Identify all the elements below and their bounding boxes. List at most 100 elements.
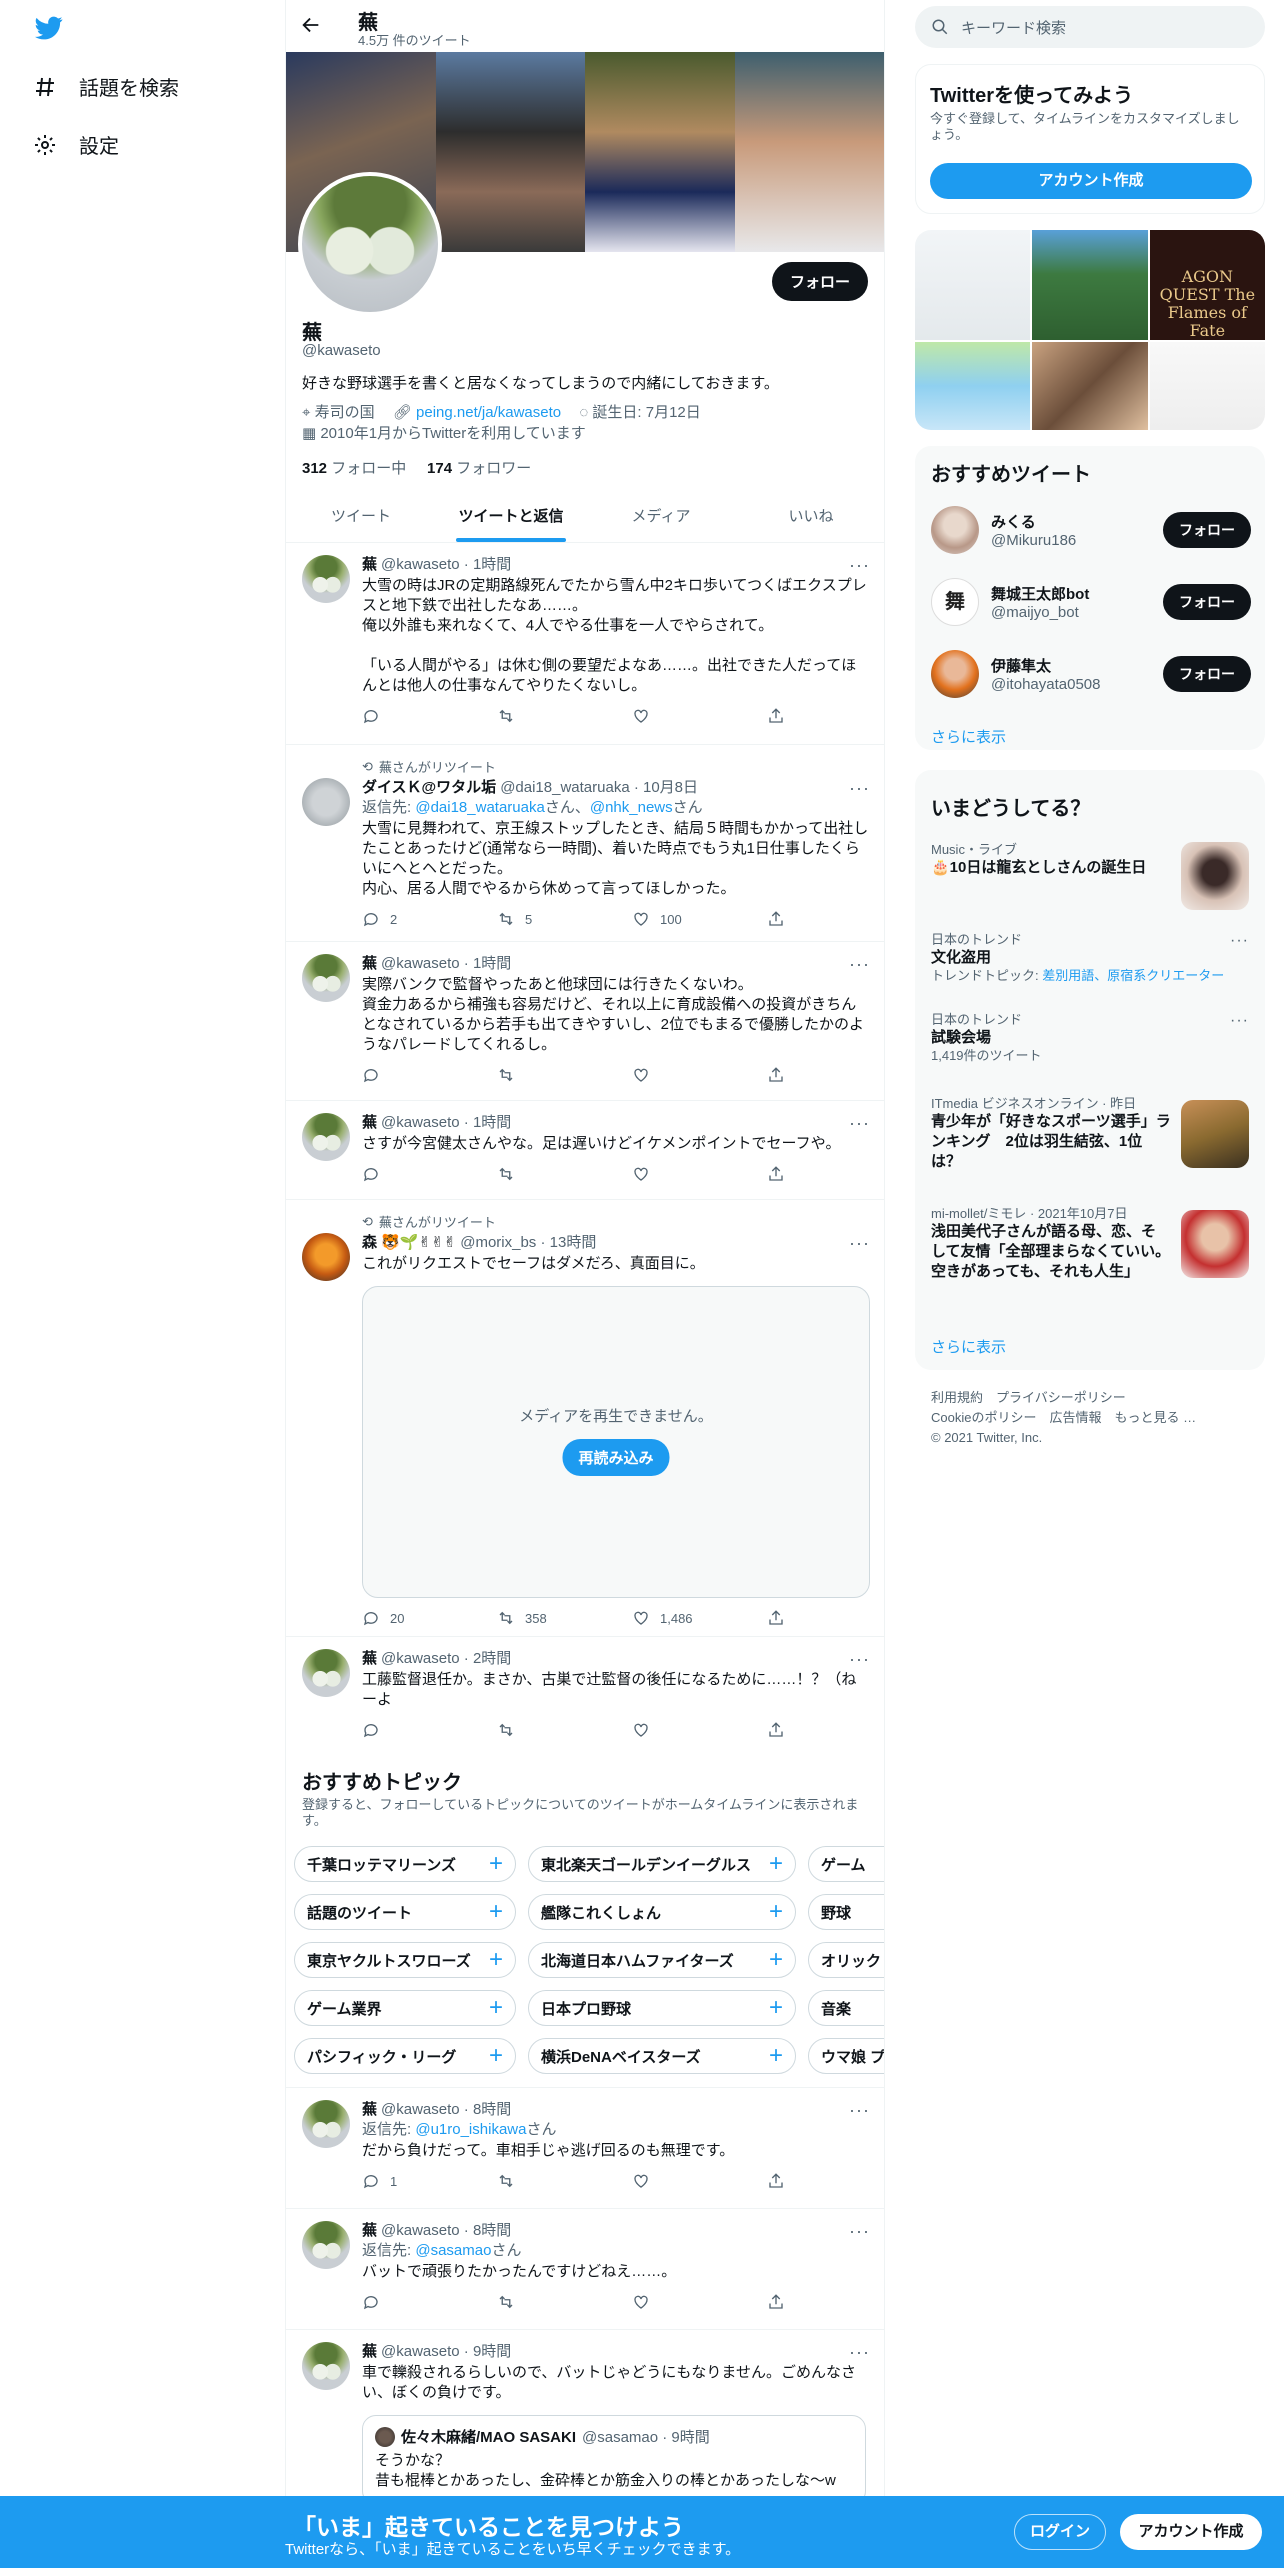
topic-chip[interactable]: 野球 [808, 1894, 884, 1930]
plus-icon[interactable]: + [769, 1898, 783, 1926]
topic-chip[interactable]: 艦隊これくしょん + [528, 1894, 796, 1930]
tweet[interactable]: 蕪 @kawaseto · 8時間 ··· 返信先: @u1ro_ishikawaさ… [286, 2088, 884, 2209]
share-button[interactable] [767, 910, 787, 928]
like-button[interactable]: 100 [632, 910, 732, 928]
show-more-link[interactable]: さらに表示 [931, 1336, 1006, 1357]
avatar[interactable] [302, 954, 350, 1002]
retweet-button[interactable] [497, 707, 597, 725]
plus-icon[interactable]: + [489, 1994, 503, 2022]
share-button[interactable] [767, 2172, 787, 2190]
more-icon[interactable]: ··· [1230, 1012, 1249, 1030]
twitter-bird-icon[interactable] [33, 14, 65, 42]
profile-link[interactable]: peing.net/ja/kawaseto [416, 404, 561, 421]
plus-icon[interactable]: + [769, 2042, 783, 2070]
rec-user[interactable]: 伊藤隼太 @itohayata0508 フォロー [931, 646, 1251, 702]
more-icon[interactable]: ··· [849, 2101, 870, 2119]
mention-link[interactable]: @u1ro_ishikawa [415, 2121, 526, 2138]
topic-chip[interactable]: 東京ヤクルトスワローズ + [294, 1942, 516, 1978]
followers-link[interactable]: 174 フォロワー [427, 460, 531, 477]
more-icon[interactable]: ··· [849, 955, 870, 973]
nav-settings[interactable]: 設定 [33, 130, 119, 159]
tweet-author[interactable]: 蕪 [362, 2342, 377, 2362]
follow-button[interactable]: フォロー [1163, 584, 1251, 620]
tweet-author[interactable]: 蕪 [362, 1113, 377, 1133]
mention-link[interactable]: @nhk_news [590, 799, 673, 816]
media-thumb[interactable]: AGON QUEST The Flames of Fate [1149, 230, 1265, 340]
tweet[interactable]: 蕪 @kawaseto · 1時間 ··· さすが今宮健太さんやな。足は遅いけどイケ… [286, 1101, 884, 1200]
topic-chip[interactable]: パシフィック・リーグ + [294, 2038, 516, 2074]
footer-line-2[interactable]: Cookieのポリシー 広告情報 もっと見る … [931, 1408, 1261, 1428]
share-button[interactable] [767, 1165, 787, 1183]
share-button[interactable] [767, 2293, 787, 2311]
more-icon[interactable]: ··· [849, 556, 870, 574]
reply-button[interactable] [362, 1165, 462, 1183]
like-button[interactable] [632, 707, 732, 725]
like-button[interactable] [632, 1721, 732, 1739]
topic-chip[interactable]: ゲーム業界 + [294, 1990, 516, 2026]
topic-chip[interactable]: 千葉ロッテマリーンズ + [294, 1846, 516, 1882]
reply-button[interactable] [362, 1721, 462, 1739]
more-icon[interactable]: ··· [849, 1650, 870, 1668]
like-button[interactable] [632, 1165, 732, 1183]
reply-button[interactable] [362, 707, 462, 725]
plus-icon[interactable]: + [769, 1850, 783, 1878]
reply-button[interactable]: 20 [362, 1609, 462, 1627]
tweet[interactable]: 蕪 @kawaseto · 1時間 ··· 大雪の時はJRの定期路線死んでたから雪ん… [286, 543, 884, 745]
avatar[interactable] [302, 1113, 350, 1161]
more-icon[interactable]: ··· [849, 1234, 870, 1252]
following-link[interactable]: 312 フォロー中 [302, 460, 406, 477]
like-button[interactable] [632, 2172, 732, 2190]
retweet-button[interactable] [497, 1066, 597, 1084]
topic-chip[interactable]: 音楽 [808, 1990, 884, 2026]
signup-button[interactable]: アカウント作成 [1120, 2514, 1262, 2550]
more-icon[interactable]: ··· [849, 2222, 870, 2240]
avatar[interactable] [302, 2100, 350, 2148]
avatar[interactable] [302, 2221, 350, 2269]
reply-button[interactable]: 2 [362, 910, 462, 928]
retweet-button[interactable]: 5 [497, 910, 597, 928]
reply-button[interactable] [362, 1066, 462, 1084]
topic-chip[interactable]: ゲーム [808, 1846, 884, 1882]
follow-button[interactable]: フォロー [771, 262, 868, 301]
tweet[interactable]: ⟲ 蕪さんがリツイート ダイスＫ@ワタル垢 @dai18_wataruaka · 1… [286, 745, 884, 942]
media-thumb[interactable] [915, 342, 1031, 430]
tweet[interactable]: ⟲ 蕪さんがリツイート 森 🐯🌱✌✌✌ @morix_bs · 13時間 ··· これ… [286, 1200, 884, 1637]
retweet-button[interactable] [497, 2293, 597, 2311]
topic-chip[interactable]: 日本プロ野球 + [528, 1990, 796, 2026]
retweet-button[interactable]: 358 [497, 1609, 597, 1627]
topic-chip[interactable]: 横浜DeNAベイスターズ + [528, 2038, 796, 2074]
topic-chip[interactable]: 北海道日本ハムファイターズ + [528, 1942, 796, 1978]
reply-button[interactable]: 1 [362, 2172, 462, 2190]
plus-icon[interactable]: + [769, 1994, 783, 2022]
rec-user[interactable]: 舞 舞城王太郎bot @maijyo_bot フォロー [931, 574, 1251, 630]
tab-tweets[interactable]: ツイート [286, 490, 436, 542]
trend-item[interactable]: Music・ライブ 🎂10日は龍玄としさんの誕生日 [931, 842, 1249, 912]
like-button[interactable]: 1,486 [632, 1609, 732, 1627]
tab-likes[interactable]: いいね [736, 490, 884, 542]
login-button[interactable]: ログイン [1014, 2514, 1106, 2550]
footer-line-1[interactable]: 利用規約 プライバシーポリシー [931, 1388, 1261, 1408]
media-thumb[interactable] [1032, 342, 1148, 430]
more-icon[interactable]: ··· [849, 779, 870, 797]
share-button[interactable] [767, 1066, 787, 1084]
tab-tweets-and-replies[interactable]: ツイートと返信 [436, 490, 586, 542]
profile-avatar[interactable] [298, 172, 442, 316]
share-button[interactable] [767, 1721, 787, 1739]
tweet-author[interactable]: 蕪 [362, 1649, 377, 1669]
plus-icon[interactable]: + [489, 2042, 503, 2070]
media-thumb[interactable] [1149, 342, 1265, 430]
tweet[interactable]: 蕪 @kawaseto · 1時間 ··· 実際バンクで監督やったあと他球団には行き… [286, 942, 884, 1101]
mention-link[interactable]: @sasamao [415, 2242, 491, 2259]
avatar[interactable] [302, 1649, 350, 1697]
rec-user[interactable]: みくる @Mikuru186 フォロー [931, 502, 1251, 558]
trend-item[interactable]: 日本のトレンド 試験会場 1,419件のツイート ··· [931, 1012, 1249, 1068]
share-button[interactable] [767, 1609, 787, 1627]
follow-button[interactable]: フォロー [1163, 656, 1251, 692]
media-thumb[interactable] [1032, 230, 1148, 340]
retweet-button[interactable] [497, 1165, 597, 1183]
like-button[interactable] [632, 1066, 732, 1084]
topic-chip[interactable]: ウマ娘 プ [808, 2038, 884, 2074]
plus-icon[interactable]: + [489, 1898, 503, 1926]
plus-icon[interactable]: + [769, 1946, 783, 1974]
retweet-button[interactable] [497, 1721, 597, 1739]
